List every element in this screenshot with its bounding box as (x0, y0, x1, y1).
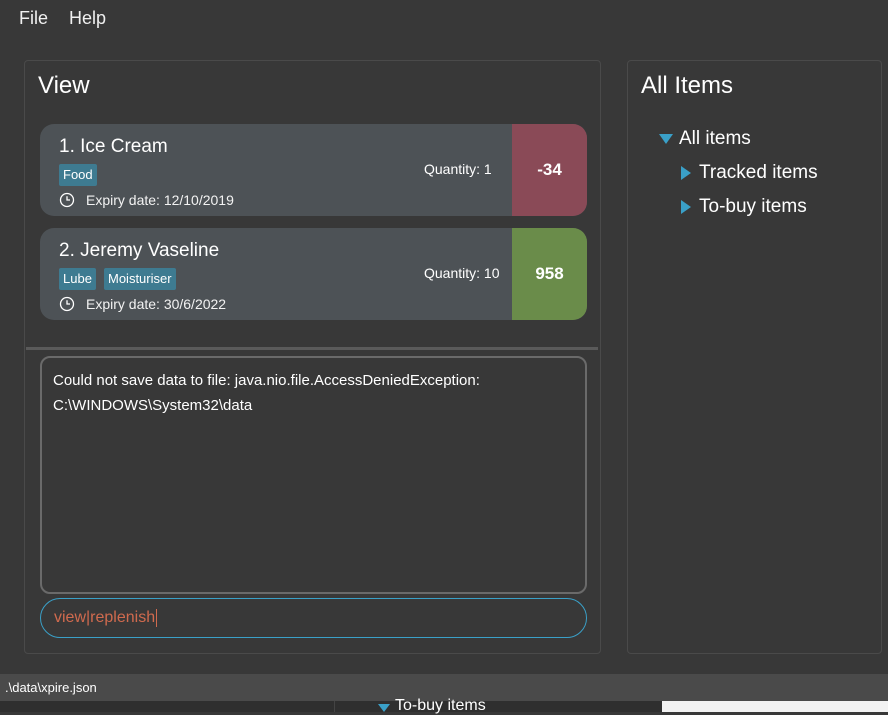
background-window-white-area (662, 701, 888, 712)
result-message: Could not save data to file: java.nio.fi… (53, 372, 480, 414)
tree-item-all-items[interactable]: All items (679, 128, 751, 150)
item-quantity: Quantity: 10 (424, 265, 500, 281)
item-days-left-badge: 958 (512, 228, 587, 320)
background-divider (334, 701, 335, 712)
item-tag: Moisturiser (104, 268, 176, 290)
item-card[interactable]: 1. Ice Cream Food Expiry date: 12/10/201… (40, 124, 587, 216)
result-display[interactable]: Could not save data to file: java.nio.fi… (40, 356, 587, 594)
command-input[interactable]: view|replenish (40, 598, 587, 638)
clock-icon (59, 296, 75, 312)
menu-help[interactable]: Help (69, 8, 106, 29)
item-tag: Lube (59, 268, 96, 290)
command-text: view|replenish (54, 609, 158, 627)
item-name: 2. Jeremy Vaseline (59, 240, 220, 261)
expand-down-icon (378, 704, 390, 712)
menu-file[interactable]: File (19, 8, 48, 29)
panel-splitter[interactable] (26, 347, 598, 350)
view-panel-title: View (38, 72, 90, 99)
all-items-panel-title: All Items (641, 72, 734, 99)
tree-item-tracked-items[interactable]: Tracked items (699, 162, 818, 184)
menu-bar: File Help (0, 0, 888, 42)
status-file-path: .\data\xpire.json (5, 680, 97, 695)
tree-item-to-buy-items[interactable]: To-buy items (699, 196, 807, 218)
item-days-left-badge: -34 (512, 124, 587, 216)
item-quantity: Quantity: 1 (424, 161, 492, 177)
item-expiry-date: Expiry date: 30/6/2022 (86, 296, 227, 312)
item-name: 1. Ice Cream (59, 136, 168, 157)
background-tree-item: To-buy items (395, 697, 486, 714)
all-items-panel (627, 60, 882, 654)
expand-down-icon[interactable] (659, 134, 673, 144)
item-card[interactable]: 2. Jeremy Vaseline Lube Moisturiser Expi… (40, 228, 587, 320)
collapse-right-icon[interactable] (681, 166, 691, 180)
item-tag: Food (59, 164, 97, 186)
collapse-right-icon[interactable] (681, 200, 691, 214)
clock-icon (59, 192, 75, 208)
item-expiry-date: Expiry date: 12/10/2019 (86, 192, 234, 208)
